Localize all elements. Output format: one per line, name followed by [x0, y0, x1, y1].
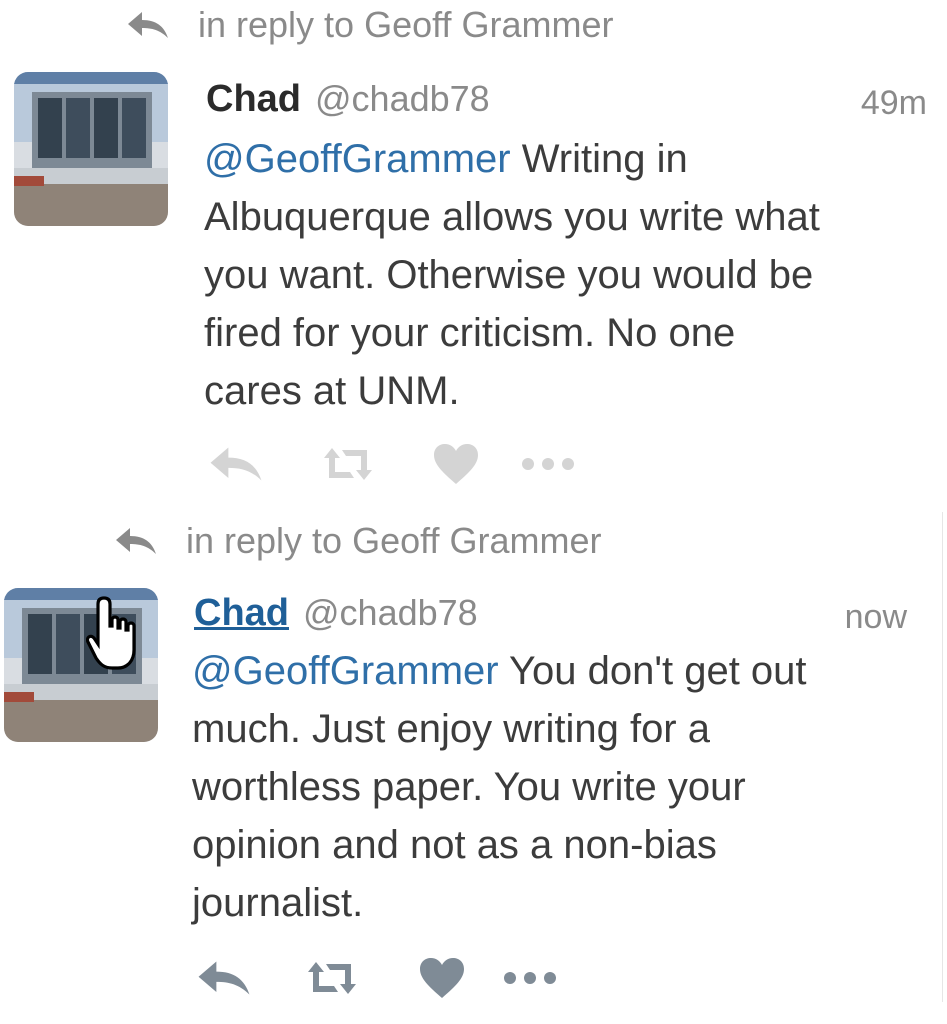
- tweet-text-line: Writing in: [510, 137, 688, 181]
- tweet-text-line: opinion and not as a non-bias: [192, 823, 717, 867]
- tweet-text-line: Albuquerque allows you write what: [204, 195, 820, 239]
- retweet-icon[interactable]: [302, 958, 362, 998]
- reply-context[interactable]: in reply to Geoff Grammer: [126, 4, 613, 46]
- heart-icon[interactable]: [432, 442, 480, 486]
- author-name[interactable]: Chad: [194, 592, 289, 635]
- tweet-actions: [208, 442, 576, 486]
- avatar[interactable]: [4, 588, 158, 742]
- mention-link[interactable]: @GeoffGrammer: [192, 649, 499, 693]
- reply-arrow-icon: [116, 528, 156, 554]
- tweet-text: @GeoffGrammer You don't get out much. Ju…: [192, 642, 807, 932]
- reply-icon[interactable]: [208, 444, 264, 484]
- tweet-text: @GeoffGrammer Writing in Albuquerque all…: [204, 130, 820, 420]
- tweet-2: in reply to Geoff Grammer Chad @chadb78 …: [0, 512, 947, 1024]
- author-handle[interactable]: @chadb78: [303, 592, 478, 634]
- tweet-text-line: you want. Otherwise you would be: [204, 253, 814, 297]
- timestamp[interactable]: 49m: [861, 84, 927, 123]
- tweet-text-line: worthless paper. You write your: [192, 765, 746, 809]
- tweet-1: in reply to Geoff Grammer Chad @chadb78 …: [0, 0, 947, 500]
- mention-link[interactable]: @GeoffGrammer: [204, 137, 511, 181]
- reply-context-text: in reply to Geoff Grammer: [186, 520, 602, 561]
- reply-context[interactable]: in reply to Geoff Grammer: [114, 520, 601, 562]
- retweet-icon[interactable]: [318, 444, 378, 484]
- avatar[interactable]: [14, 72, 168, 226]
- reply-context-text: in reply to Geoff Grammer: [198, 4, 614, 45]
- hand-pointer-cursor-icon: [86, 596, 136, 670]
- reply-icon[interactable]: [196, 958, 252, 998]
- tweet-text-line: cares at UNM.: [204, 369, 460, 413]
- tweet-actions: [196, 956, 558, 1000]
- timestamp[interactable]: now: [845, 598, 907, 637]
- tweet-header: Chad @chadb78: [206, 78, 490, 121]
- more-dots-icon[interactable]: [502, 970, 558, 986]
- tweet-text-line: much. Just enjoy writing for a: [192, 707, 710, 751]
- tweet-text-line: fired for your criticism. No one: [204, 311, 736, 355]
- avatar-building-image: [14, 72, 168, 226]
- reply-arrow-icon: [128, 12, 168, 38]
- tweet-text-line: You don't get out: [498, 649, 807, 693]
- tweet-header: Chad @chadb78: [194, 592, 478, 635]
- more-dots-icon[interactable]: [520, 456, 576, 472]
- author-name[interactable]: Chad: [206, 78, 301, 121]
- author-handle[interactable]: @chadb78: [315, 78, 490, 120]
- heart-icon[interactable]: [418, 956, 466, 1000]
- tweet-text-line: journalist.: [192, 881, 364, 925]
